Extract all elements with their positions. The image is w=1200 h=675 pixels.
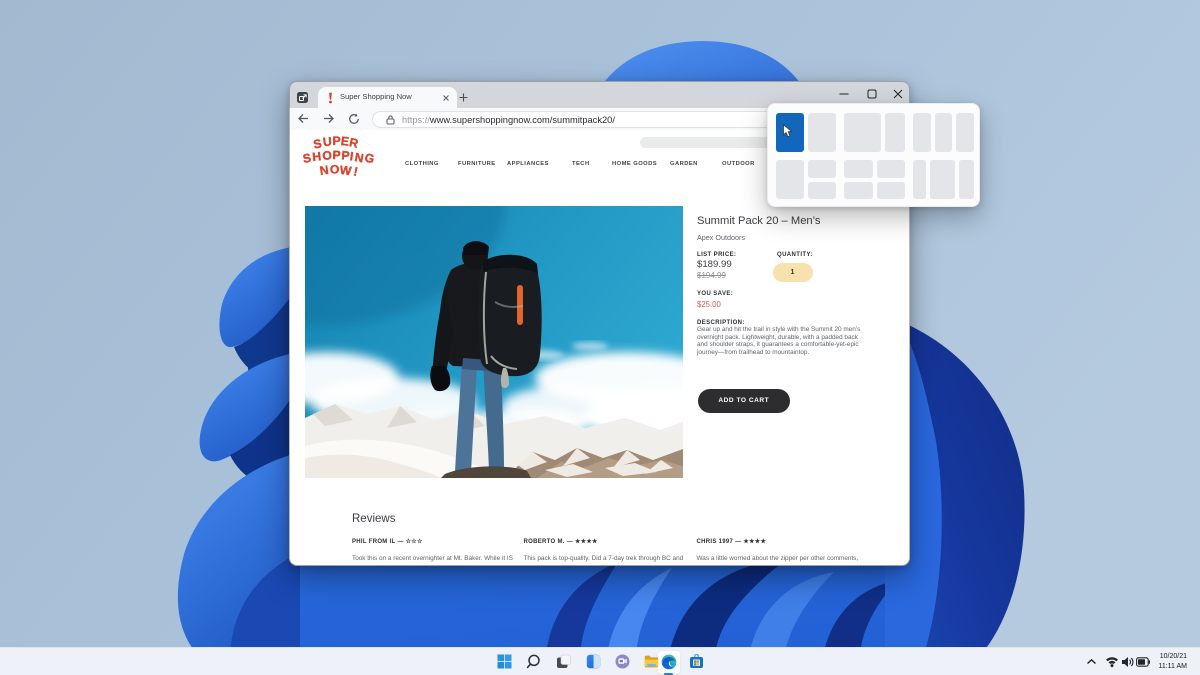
svg-text:U: U bbox=[322, 134, 332, 149]
svg-text:P: P bbox=[332, 133, 340, 147]
